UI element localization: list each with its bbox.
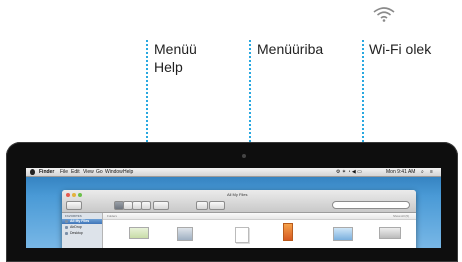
spotlight-icon[interactable]: ⌕ — [421, 168, 424, 176]
back-forward-button[interactable] — [66, 201, 82, 210]
desktop-icon — [65, 232, 68, 235]
menu-bar: Finder File Edit View Go Window Help ⚙ ✶… — [26, 168, 441, 177]
menu-go[interactable]: Go — [96, 168, 103, 176]
sidebar-item-airdrop[interactable]: AirDrop — [62, 225, 102, 230]
finder-content: Folders Show All (5) — [103, 213, 416, 248]
help-callout-leader — [146, 40, 148, 158]
action-button[interactable] — [209, 201, 225, 210]
file-thumbnail[interactable] — [333, 227, 353, 241]
sidebar-item-desktop[interactable]: Desktop — [62, 231, 102, 236]
file-thumbnail[interactable] — [129, 227, 149, 239]
sidebar-item-label: All My Files — [70, 219, 90, 223]
airdrop-icon — [65, 226, 68, 229]
menu-help[interactable]: Help — [123, 168, 133, 176]
menu-window[interactable]: Window — [105, 168, 123, 176]
minimize-button[interactable] — [72, 193, 76, 197]
share-button[interactable] — [196, 201, 208, 210]
wifi-callout-leader — [362, 40, 364, 158]
menubar-callout: Menüüriba — [257, 41, 324, 57]
sidebar-heading: FAVORITES — [65, 214, 82, 218]
help-menu-callout: Menüü Help — [154, 40, 197, 76]
wifi-icon — [373, 7, 395, 22]
menu-edit[interactable]: Edit — [71, 168, 80, 176]
close-button[interactable] — [66, 193, 70, 197]
file-thumbnail[interactable] — [283, 223, 293, 241]
menu-clock[interactable]: Mon 9:41 AM — [386, 168, 415, 176]
search-input[interactable] — [332, 201, 410, 209]
content-header-label: Folders — [107, 214, 118, 218]
file-thumbnail[interactable] — [235, 227, 249, 243]
finder-titlebar: All My Files — [62, 190, 416, 213]
sidebar-item-all-my-files[interactable]: All My Files — [62, 219, 102, 224]
menu-view[interactable]: View — [83, 168, 94, 176]
finder-window: All My Files FAVORITES All My Files AirD… — [62, 190, 416, 248]
all-files-icon — [65, 220, 68, 223]
zoom-button[interactable] — [78, 193, 82, 197]
sidebar-item-label: AirDrop — [70, 225, 82, 229]
camera — [242, 154, 246, 158]
file-thumbnail[interactable] — [379, 227, 401, 239]
apple-icon[interactable] — [30, 169, 35, 175]
help-menu-callout-line2: Help — [154, 59, 183, 75]
show-all-link[interactable]: Show All (5) — [393, 213, 409, 219]
sidebar-item-label: Desktop — [70, 231, 83, 235]
desktop-screen: Finder File Edit View Go Window Help ⚙ ✶… — [26, 168, 441, 248]
window-title: All My Files — [227, 192, 248, 197]
menu-finder[interactable]: Finder — [39, 168, 54, 176]
view-coverflow-button[interactable] — [141, 201, 151, 210]
arrange-button[interactable] — [153, 201, 169, 210]
menu-file[interactable]: File — [60, 168, 68, 176]
notification-icon[interactable]: ≡ — [430, 168, 433, 176]
status-icons[interactable]: ⚙ ✶ ◔ ◀ ▭ — [336, 168, 362, 176]
help-menu-callout-line1: Menüü — [154, 41, 197, 57]
file-thumbnail[interactable] — [177, 227, 193, 241]
finder-sidebar: FAVORITES All My Files AirDrop Desktop — [62, 213, 103, 248]
wifi-callout: Wi-Fi olek — [369, 41, 432, 57]
content-header: Folders Show All (5) — [103, 213, 416, 220]
